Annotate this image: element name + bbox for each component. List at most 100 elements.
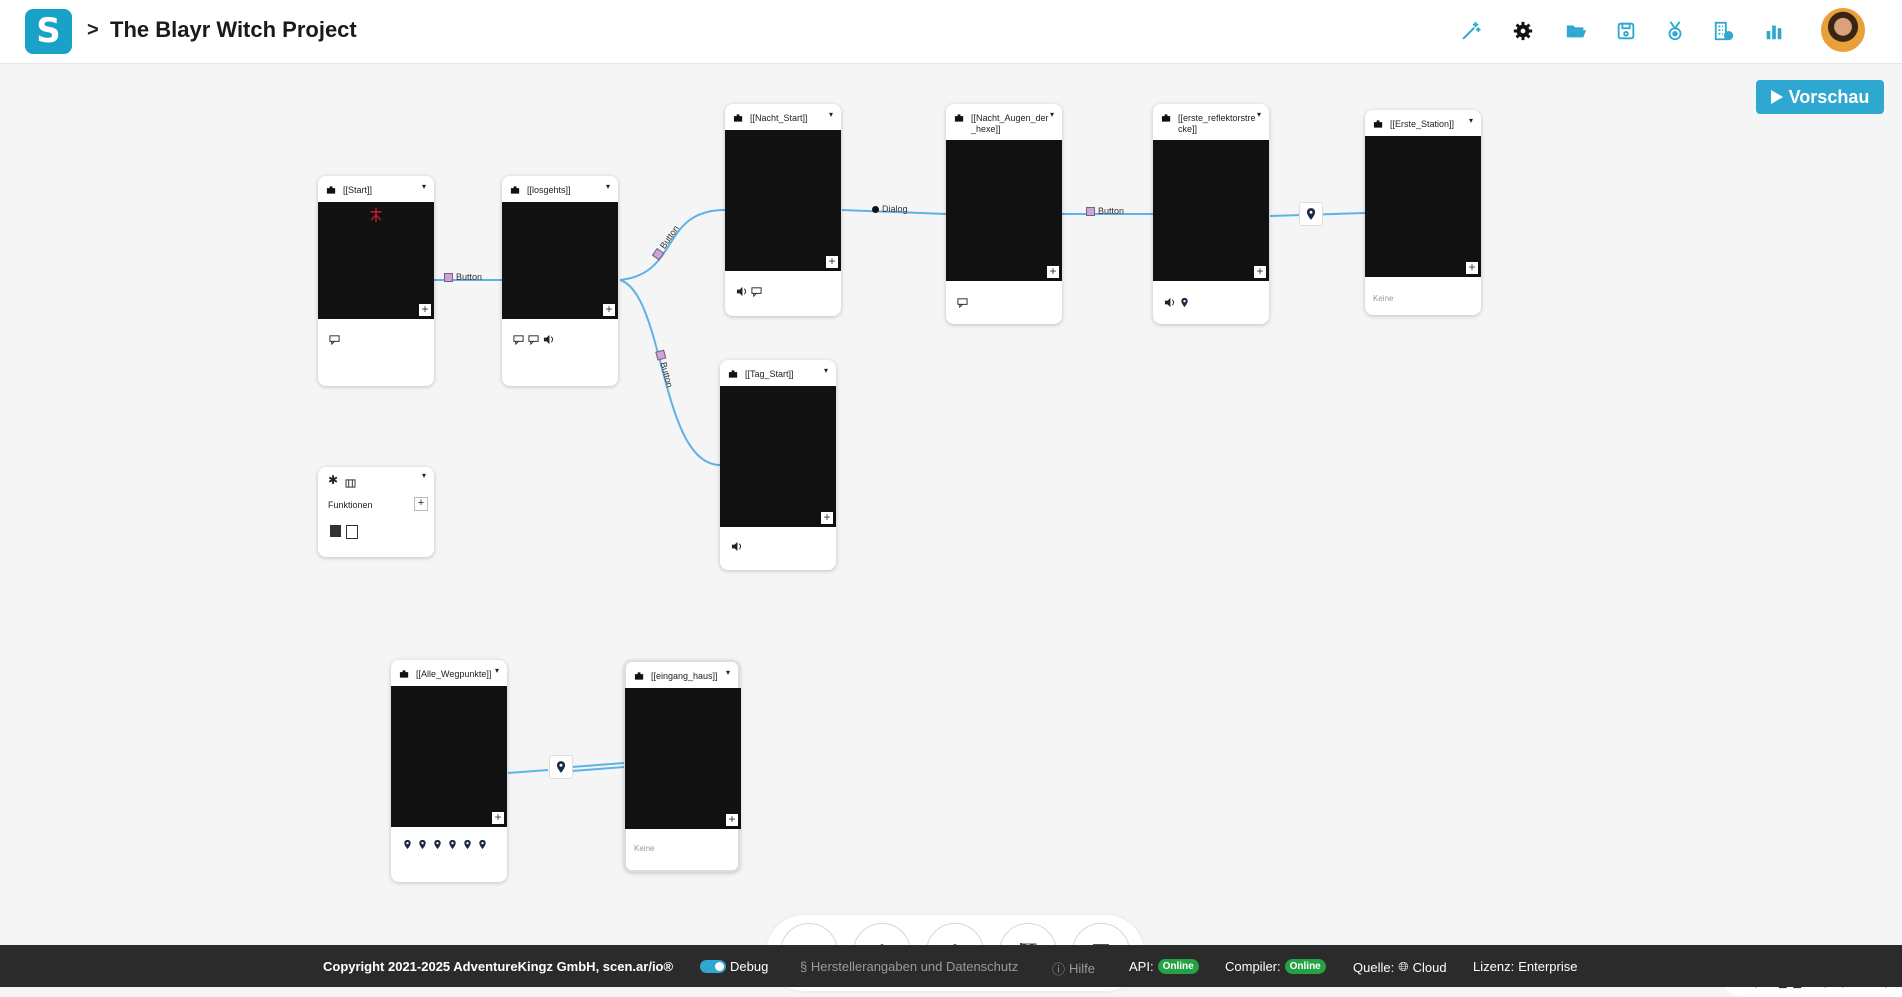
breadcrumb-separator: > bbox=[87, 19, 99, 41]
node-header[interactable]: [[Start]] ▾ bbox=[318, 176, 434, 202]
add-element-button[interactable]: + bbox=[726, 813, 738, 826]
node-preview[interactable]: + bbox=[1365, 136, 1481, 277]
dialog-icon[interactable] bbox=[512, 333, 524, 345]
add-element-button[interactable]: + bbox=[603, 303, 615, 316]
file-icon[interactable] bbox=[346, 525, 358, 539]
node-preview[interactable]: + bbox=[625, 688, 741, 829]
node-preview[interactable]: + bbox=[946, 140, 1062, 281]
scene-node[interactable]: [[losgehts]] ▾ + bbox=[502, 176, 618, 386]
dialog-icon[interactable] bbox=[956, 296, 968, 308]
building-icon[interactable] bbox=[1709, 16, 1739, 46]
node-header[interactable]: [[Nacht_Start]] ▾ bbox=[725, 104, 841, 130]
map-pin-icon[interactable] bbox=[401, 838, 413, 850]
node-preview[interactable]: + bbox=[720, 386, 836, 527]
chevron-down-icon[interactable]: ▾ bbox=[829, 110, 833, 119]
map-pin-icon[interactable] bbox=[1178, 296, 1190, 308]
add-element-button[interactable]: + bbox=[1466, 261, 1478, 274]
node-header[interactable]: [[eingang_haus]] ▾ bbox=[626, 662, 738, 688]
help-link[interactable]: ⓘ Hilfe bbox=[1052, 959, 1095, 978]
source-info: Quelle: 🌐︎ Cloud bbox=[1353, 959, 1447, 975]
chevron-down-icon[interactable]: ▾ bbox=[1257, 110, 1261, 119]
chevron-down-icon[interactable]: ▾ bbox=[1469, 116, 1473, 125]
magic-wand-icon[interactable] bbox=[1456, 16, 1486, 46]
node-header[interactable]: [[Tag_Start]] ▾ bbox=[720, 360, 836, 386]
node-preview[interactable]: + bbox=[502, 202, 618, 319]
chat-icon[interactable] bbox=[750, 285, 762, 297]
app-header: S > The Blayr Witch Project bbox=[0, 0, 1902, 64]
map-pin-icon[interactable] bbox=[461, 838, 473, 850]
dialog-icon[interactable] bbox=[527, 333, 539, 345]
node-header[interactable]: [[Alle_Wegpunkte]] ▾ bbox=[391, 660, 507, 686]
preview-button[interactable]: Vorschau bbox=[1756, 80, 1884, 114]
chevron-down-icon[interactable]: ▾ bbox=[606, 182, 610, 191]
project-title: The Blayr Witch Project bbox=[110, 17, 357, 42]
waypoint-marker[interactable] bbox=[549, 755, 573, 779]
js-file-icon[interactable] bbox=[330, 525, 341, 537]
chevron-down-icon[interactable]: ▾ bbox=[495, 666, 499, 675]
edge-label-dialog[interactable]: Dialog bbox=[872, 204, 908, 214]
add-element-button[interactable]: + bbox=[1047, 265, 1059, 278]
scene-node[interactable]: [[eingang_haus]] ▾ + Keine bbox=[624, 660, 741, 872]
node-header[interactable]: [[losgehts]] ▾ bbox=[502, 176, 618, 202]
edge-label-button[interactable]: Button bbox=[444, 272, 482, 282]
scene-node[interactable]: [[Tag_Start]] ▾ + bbox=[720, 360, 836, 570]
save-icon[interactable] bbox=[1611, 16, 1641, 46]
debug-label: Debug bbox=[730, 959, 769, 974]
add-element-button[interactable]: + bbox=[492, 811, 504, 824]
node-footer bbox=[512, 333, 612, 345]
chevron-down-icon[interactable]: ▾ bbox=[1050, 110, 1054, 119]
node-title: [[losgehts]] bbox=[527, 185, 571, 195]
edge-wegpunkte-eingang-3 bbox=[571, 766, 625, 772]
bar-chart-icon[interactable] bbox=[1759, 16, 1789, 46]
node-title: [[Alle_Wegpunkte]] bbox=[416, 669, 492, 679]
node-title: [[Start]] bbox=[343, 185, 373, 195]
add-element-button[interactable]: + bbox=[419, 303, 431, 316]
speaker-icon[interactable] bbox=[1163, 296, 1175, 308]
imprint-link[interactable]: § Herstellerangaben und Datenschutz bbox=[800, 959, 1018, 974]
scene-node[interactable]: [[Start]] ▾ + bbox=[318, 176, 434, 386]
speaker-icon[interactable] bbox=[542, 333, 554, 345]
map-pin-icon[interactable] bbox=[476, 838, 488, 850]
add-element-button[interactable]: + bbox=[1254, 265, 1266, 278]
gear-icon[interactable] bbox=[1508, 16, 1538, 46]
chevron-down-icon[interactable]: ▾ bbox=[422, 182, 426, 191]
node-preview[interactable]: + bbox=[1153, 140, 1269, 281]
functions-node[interactable]: ✱ ▾ Funktionen + bbox=[318, 467, 434, 557]
chevron-down-icon[interactable]: ▾ bbox=[726, 668, 730, 677]
waypoint-marker[interactable] bbox=[1299, 202, 1323, 226]
map-pin-icon[interactable] bbox=[446, 838, 458, 850]
chevron-down-icon[interactable]: ▾ bbox=[824, 366, 828, 375]
node-header[interactable]: [[Nacht_Augen_der _hexe]] ▾ bbox=[946, 104, 1062, 140]
puzzle-icon bbox=[733, 114, 743, 122]
map-pin-icon[interactable] bbox=[431, 838, 443, 850]
scene-node[interactable]: [[Erste_Station]] ▾ + Keine bbox=[1365, 110, 1481, 315]
add-function-button[interactable]: + bbox=[414, 497, 428, 511]
medal-icon[interactable] bbox=[1660, 16, 1690, 46]
node-preview[interactable]: + bbox=[725, 130, 841, 271]
node-preview[interactable]: + bbox=[318, 202, 434, 319]
app-logo[interactable]: S bbox=[25, 9, 72, 54]
edge-label-button[interactable]: Button bbox=[1086, 206, 1124, 216]
avatar[interactable] bbox=[1821, 8, 1865, 52]
scene-node[interactable]: [[Nacht_Augen_der _hexe]] ▾ + bbox=[946, 104, 1062, 324]
toggle-switch[interactable] bbox=[700, 960, 726, 973]
dialog-icon[interactable] bbox=[328, 333, 340, 345]
node-title: [[eingang_haus]] bbox=[651, 671, 718, 681]
chevron-down-icon[interactable]: ▾ bbox=[422, 471, 426, 480]
story-canvas[interactable]: Vorschau Button Button Button Dialog But… bbox=[0, 64, 1902, 997]
map-pin-icon[interactable] bbox=[416, 838, 428, 850]
edge-wegpunkte-eingang-2 bbox=[571, 762, 625, 768]
node-header[interactable]: [[erste_reflektorstre cke]] ▾ bbox=[1153, 104, 1269, 140]
speaker-icon[interactable] bbox=[730, 540, 742, 552]
speaker-icon[interactable] bbox=[735, 285, 747, 297]
node-header[interactable]: [[Erste_Station]] ▾ bbox=[1365, 110, 1481, 136]
scene-node[interactable]: [[Nacht_Start]] ▾ + bbox=[725, 104, 841, 316]
node-preview[interactable]: + bbox=[391, 686, 507, 827]
folder-open-icon[interactable] bbox=[1561, 16, 1591, 46]
add-element-button[interactable]: + bbox=[826, 255, 838, 268]
api-status: API: Online bbox=[1129, 959, 1199, 974]
add-element-button[interactable]: + bbox=[821, 511, 833, 524]
scene-node[interactable]: [[erste_reflektorstre cke]] ▾ + bbox=[1153, 104, 1269, 324]
debug-toggle[interactable]: Debug bbox=[700, 959, 768, 974]
scene-node[interactable]: [[Alle_Wegpunkte]] ▾ + bbox=[391, 660, 507, 882]
